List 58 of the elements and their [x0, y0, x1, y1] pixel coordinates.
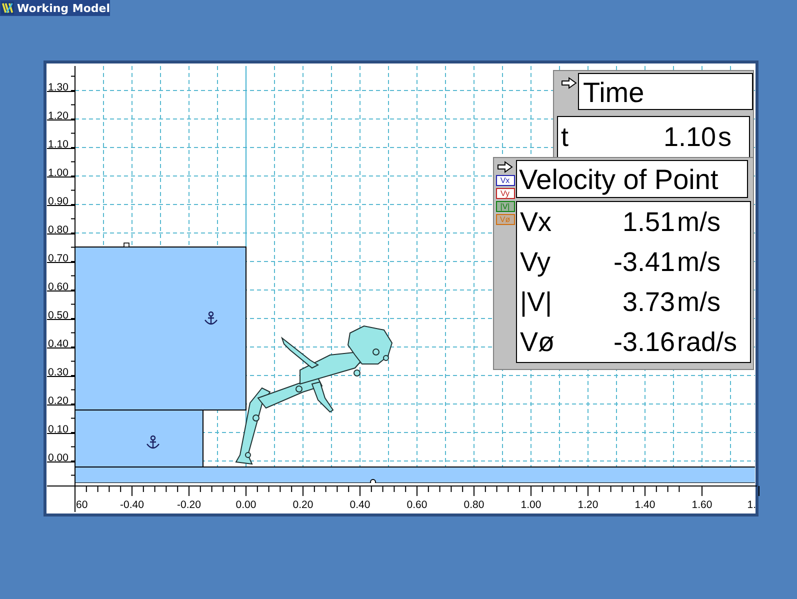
ground-block[interactable]: [75, 466, 755, 483]
x-axis-label: 0.60: [406, 499, 428, 511]
y-axis-label: 0.50: [48, 310, 68, 322]
mannequin-drawing[interactable]: [235, 325, 393, 465]
y-axis-label: 0.00: [48, 452, 68, 464]
y-axis-label: 0.40: [48, 338, 68, 350]
x-axis-label: 60: [76, 499, 88, 511]
point-marker-icon[interactable]: [124, 242, 130, 248]
quantity-label: t: [561, 122, 570, 152]
quantity-label: Vø: [520, 326, 556, 358]
quantity-label: |V|: [520, 286, 554, 318]
y-axis-label: 0.10: [48, 424, 68, 436]
y-axis-label: 0.20: [48, 395, 68, 407]
unit-label: m/s: [676, 286, 720, 318]
quantity-label: Vx: [520, 206, 553, 238]
x-axis-label: 1.60: [692, 499, 712, 511]
meter-panel[interactable]: Vx Vy |V| Vø Velocity of Point Vx 1.51m/s Vy -3.41m/s |V| 3.73m/s Vø -3.16rad/s: [493, 157, 754, 370]
quantity-value: -3.41: [612, 246, 675, 278]
x-axis-label: -0.20: [177, 499, 201, 511]
x-axis-label: 0.20: [292, 499, 314, 511]
y-axis-label: 0.70: [48, 252, 68, 264]
y-axis-label: 0.90: [48, 196, 68, 208]
window-title: Working Model: [17, 2, 110, 14]
unit-label: m/s: [676, 206, 720, 238]
x-axis-label: 0.40: [350, 499, 370, 511]
x-axis-label: -0.40: [120, 499, 144, 511]
y-axis-label: 1.30: [48, 82, 68, 94]
arrow-icon[interactable]: [497, 161, 513, 173]
unit-label: rad/s: [676, 326, 738, 358]
x-axis-label: 1.40: [634, 499, 656, 511]
meter-title: Velocity of Point: [516, 160, 748, 198]
meter-panel[interactable]: Time t 1.10s: [553, 70, 754, 158]
legend-toggle[interactable]: Vy: [496, 188, 514, 199]
y-axis-label: 1.10: [48, 138, 68, 150]
x-axis-label: 0.00: [236, 499, 256, 511]
quantity-value: -3.16: [612, 326, 675, 358]
anchor-icon: [204, 311, 218, 325]
y-axis-label: 0.60: [48, 281, 68, 293]
y-axis-label: 0.30: [48, 366, 68, 378]
legend-toggle[interactable]: Vx: [496, 175, 514, 186]
x-axis-label: 0.80: [464, 499, 484, 511]
y-axis-label: 1.00: [48, 167, 68, 179]
arrow-icon[interactable]: [561, 77, 577, 89]
x-axis-label: 1.20: [578, 499, 598, 511]
app-logo-icon: [1, 1, 14, 15]
x-axis-label: 1.00: [520, 499, 542, 511]
quantity-value: 1.10: [662, 122, 716, 152]
quantity-value: 1.51: [621, 206, 675, 238]
x-axis-label: 1.: [747, 499, 756, 511]
unit-label: m/s: [676, 246, 720, 278]
unit-label: s: [717, 122, 732, 152]
meter-title: Time: [578, 73, 753, 110]
quantity-value: 3.73: [621, 286, 675, 318]
point-marker-icon[interactable]: [370, 479, 376, 483]
anchor-icon: [146, 435, 160, 449]
quantity-label: Vy: [520, 246, 552, 278]
y-axis-label: 1.20: [48, 110, 68, 122]
y-axis-label: 0.80: [48, 224, 68, 236]
